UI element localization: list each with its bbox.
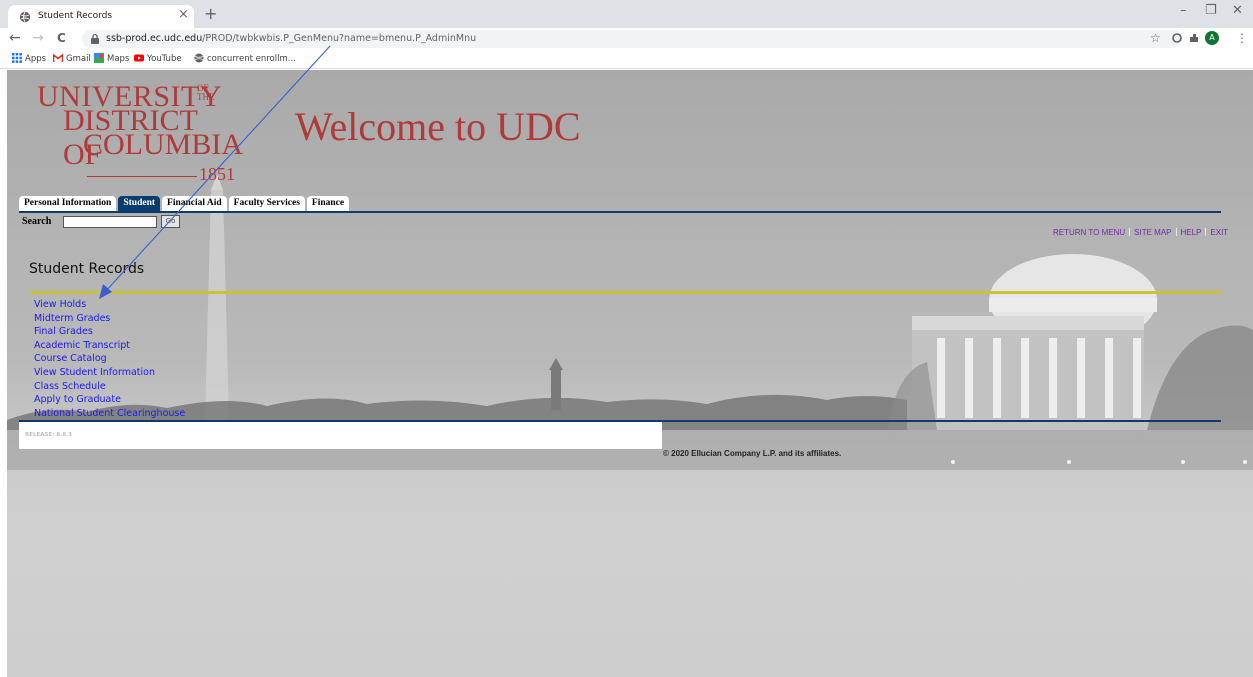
page-title: Student Records <box>29 261 145 277</box>
link-academic-transcript[interactable]: Academic Transcript <box>34 339 185 353</box>
link-national-student-clearinghouse[interactable]: National Student Clearinghouse <box>34 407 185 421</box>
tab-personal-information[interactable]: Personal Information <box>19 196 117 211</box>
title-divider <box>29 291 1221 294</box>
url-field[interactable]: ssb-prod.ec.udc.edu/PROD/twbkwbis.P_GenM… <box>82 30 1182 48</box>
nav-divider <box>19 211 1221 213</box>
puzzle-icon[interactable] <box>1189 33 1199 43</box>
maps-icon <box>94 53 104 63</box>
globe-icon <box>19 11 31 23</box>
exit-link[interactable]: EXIT <box>1210 228 1228 237</box>
browser-tab[interactable]: Student Records × <box>8 5 194 28</box>
help-link[interactable]: HELP <box>1181 228 1202 237</box>
forward-icon[interactable]: → <box>32 30 44 46</box>
link-apply-to-graduate[interactable]: Apply to Graduate <box>34 393 185 407</box>
youtube-icon <box>134 54 144 62</box>
lock-icon <box>91 33 99 44</box>
address-bar-row: ← → C ssb-prod.ec.udc.edu/PROD/twbkwbis.… <box>0 28 1253 50</box>
copyright-text: © 2020 Ellucian Company L.P. and its aff… <box>663 449 842 458</box>
bookmarks-bar: Apps Gmail Maps YouTube concurrent enrol… <box>0 50 1253 69</box>
link-course-catalog[interactable]: Course Catalog <box>34 352 185 366</box>
bookmark-gmail[interactable]: Gmail <box>53 53 91 64</box>
link-class-schedule[interactable]: Class Schedule <box>34 380 185 394</box>
tab-faculty-services[interactable]: Faculty Services <box>228 196 305 211</box>
release-panel: RELEASE: 8.8.3 <box>19 422 662 449</box>
profile-avatar[interactable]: A <box>1205 31 1219 45</box>
reload-icon[interactable]: C <box>57 31 66 45</box>
minimize-icon[interactable]: – <box>1180 3 1187 18</box>
welcome-heading: Welcome to UDC <box>295 104 581 149</box>
udc-logo: UNIVERSITY OF THE DISTRICT OF COLUMBIA 1… <box>37 80 244 184</box>
extension-icon[interactable] <box>1172 33 1182 43</box>
tab-finance[interactable]: Finance <box>306 196 350 211</box>
gmail-icon <box>53 53 63 62</box>
back-icon[interactable]: ← <box>9 30 21 46</box>
link-view-holds[interactable]: View Holds <box>34 298 185 312</box>
restore-icon[interactable]: ❐ <box>1205 3 1217 18</box>
main-nav-tabs: Personal Information Student Financial A… <box>19 196 351 211</box>
page-content: UNIVERSITY OF THE DISTRICT OF COLUMBIA 1… <box>7 70 1253 677</box>
bookmark-maps[interactable]: Maps <box>94 53 129 64</box>
link-final-grades[interactable]: Final Grades <box>34 325 185 339</box>
menu-kebab-icon[interactable]: ⋮ <box>1236 31 1248 45</box>
globe-icon <box>194 53 204 63</box>
tab-close-icon[interactable]: × <box>178 7 189 22</box>
browser-tab-strip: Student Records × + – ❐ ✕ <box>0 0 1253 28</box>
student-records-menu: View Holds Midterm Grades Final Grades A… <box>34 298 185 420</box>
bookmark-star-icon[interactable]: ☆ <box>1150 31 1161 45</box>
new-tab-button[interactable]: + <box>204 4 217 23</box>
tab-financial-aid[interactable]: Financial Aid <box>162 196 227 211</box>
link-view-student-information[interactable]: View Student Information <box>34 366 185 380</box>
search-input[interactable] <box>63 216 157 228</box>
bookmark-apps[interactable]: Apps <box>12 53 46 64</box>
release-version: RELEASE: 8.8.3 <box>25 432 73 438</box>
tab-title: Student Records <box>38 11 113 21</box>
apps-grid-icon <box>12 53 22 63</box>
go-button[interactable]: Go <box>161 215 180 228</box>
return-to-menu-link[interactable]: RETURN TO MENU <box>1053 228 1125 237</box>
tab-student[interactable]: Student <box>118 196 161 211</box>
link-midterm-grades[interactable]: Midterm Grades <box>34 312 185 326</box>
close-window-icon[interactable]: ✕ <box>1232 3 1243 18</box>
utility-links: RETURN TO MENU SITE MAP HELP EXIT <box>1053 228 1228 237</box>
site-map-link[interactable]: SITE MAP <box>1134 228 1171 237</box>
bookmark-concurrent-enrollment[interactable]: concurrent enrollm... <box>194 53 296 64</box>
url-text: ssb-prod.ec.udc.edu/PROD/twbkwbis.P_GenM… <box>106 33 477 44</box>
bookmark-youtube[interactable]: YouTube <box>134 53 182 64</box>
search-label: Search <box>22 216 52 227</box>
